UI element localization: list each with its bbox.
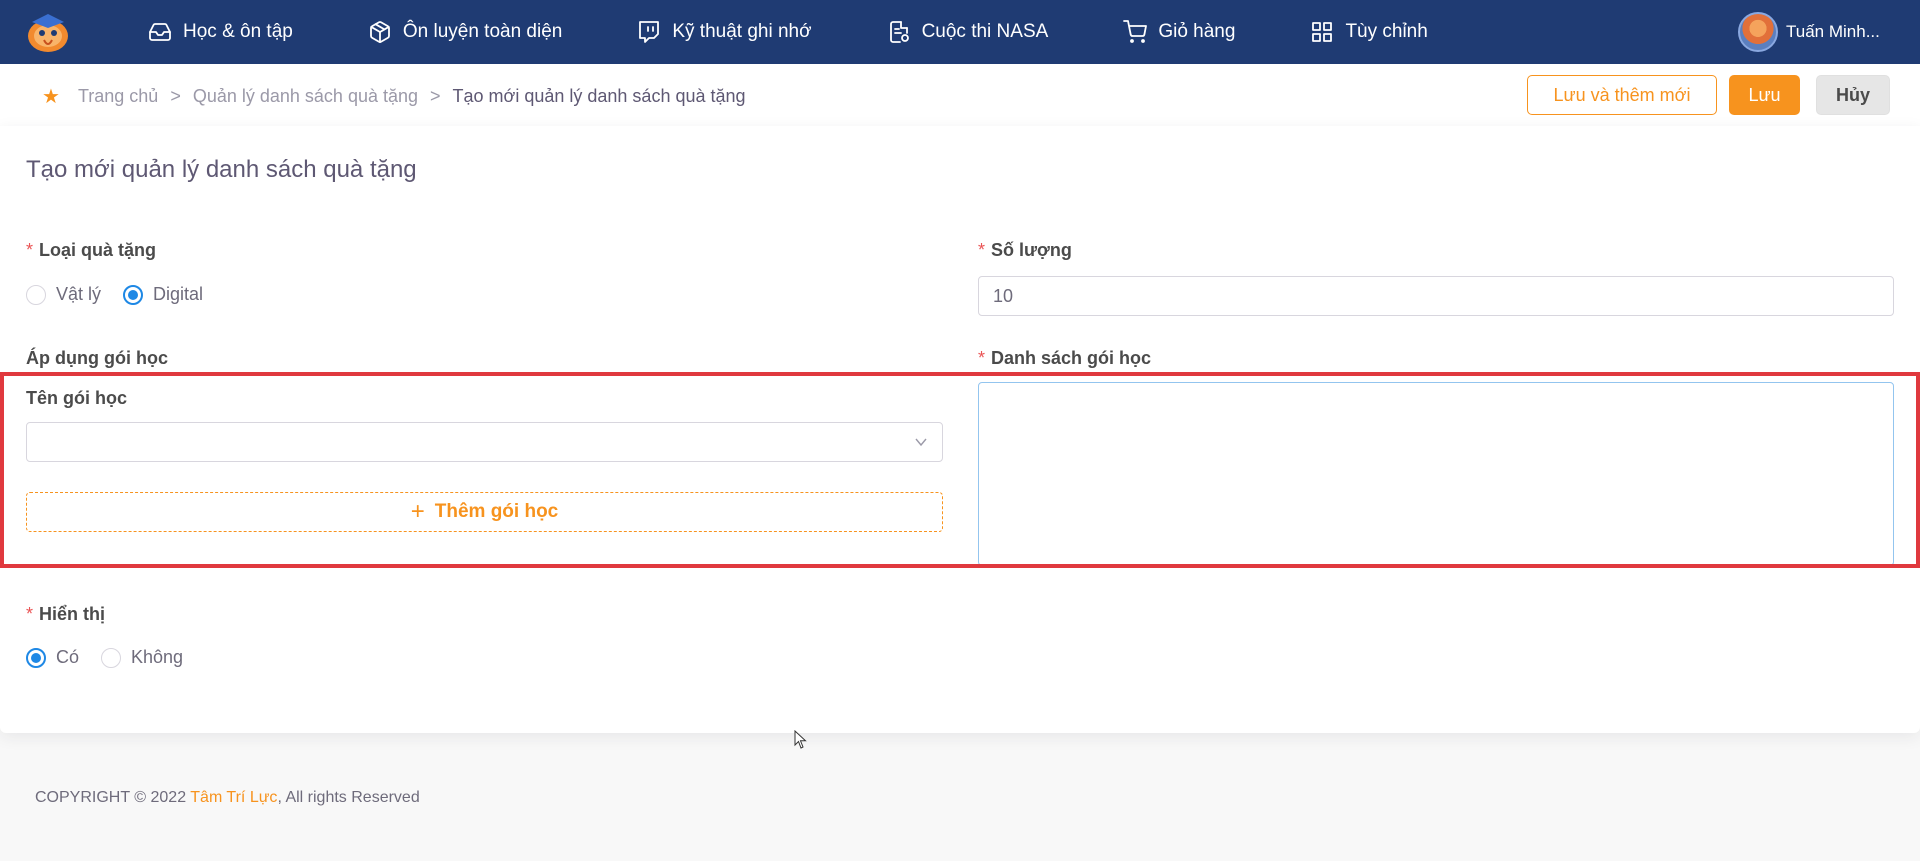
package-list-label-text: Danh sách gói học	[991, 348, 1152, 368]
top-navbar: Học & ôn tập Ôn luyện toàn diện Kỹ thuật…	[0, 0, 1920, 64]
package-icon	[369, 21, 390, 43]
avatar	[1738, 12, 1778, 52]
brand-logo-icon[interactable]	[24, 10, 72, 54]
footer-copyright: COPYRIGHT © 2022 Tâm Trí Lực, All rights…	[35, 789, 420, 807]
cancel-button[interactable]: Hủy	[1816, 75, 1890, 115]
nav-item-study[interactable]: Học & ôn tập	[148, 20, 293, 44]
grid-icon	[1312, 22, 1333, 42]
gift-type-radio-digital[interactable]	[123, 284, 144, 305]
quantity-label: * Số lượng	[978, 240, 1072, 261]
nav-item-label: Tùy chỉnh	[1345, 21, 1428, 42]
display-option-label: Có	[56, 647, 80, 667]
gift-type-label: * Loại quà tặng	[26, 240, 156, 261]
breadcrumb: ★ Trang chủ > Quản lý danh sách quà tặng…	[42, 84, 746, 109]
quantity-input[interactable]: 10	[978, 276, 1894, 316]
chevron-down-icon	[915, 438, 927, 447]
nav-item-cart[interactable]: Giỏ hàng	[1123, 20, 1235, 44]
breadcrumb-bar: ★ Trang chủ > Quản lý danh sách quà tặng…	[0, 64, 1920, 126]
package-name-label: Tên gói học	[26, 388, 127, 408]
footer-suffix: , All rights Reserved	[277, 789, 420, 806]
gift-type-radio-physical[interactable]	[26, 284, 46, 305]
nav-item-label: Kỹ thuật ghi nhớ	[672, 21, 812, 42]
gift-type-option-label: Digital	[153, 284, 204, 304]
required-mark: *	[978, 240, 986, 260]
breadcrumb-parent[interactable]: Quản lý danh sách quà tặng	[193, 86, 418, 107]
save-and-new-button[interactable]: Lưu và thêm mới	[1527, 75, 1717, 115]
display-radio-group: Có Không	[26, 647, 205, 668]
required-mark: *	[26, 604, 34, 624]
breadcrumb-current: Tạo mới quản lý danh sách quà tặng	[452, 86, 746, 106]
form-card: Tạo mới quản lý danh sách quà tặng * Loại…	[0, 126, 1920, 733]
package-name-select[interactable]	[26, 422, 943, 462]
required-mark: *	[26, 240, 34, 260]
gift-type-label-text: Loại quà tặng	[39, 240, 157, 260]
package-list-box[interactable]	[978, 382, 1894, 566]
display-option-label: Không	[131, 647, 184, 667]
save-button[interactable]: Lưu	[1729, 75, 1800, 115]
display-radio-no[interactable]	[101, 647, 122, 668]
page-title: Tạo mới quản lý danh sách quà tặng	[26, 156, 417, 183]
display-label-text: Hiển thị	[39, 604, 106, 624]
package-list-label: * Danh sách gói học	[978, 348, 1151, 369]
display-radio-yes[interactable]	[26, 647, 46, 668]
nav-item-memory[interactable]: Kỹ thuật ghi nhớ	[637, 20, 812, 44]
breadcrumb-separator: >	[170, 86, 181, 106]
user-menu[interactable]: Tuấn Minh...	[1738, 12, 1880, 52]
nav-item-label: Giỏ hàng	[1158, 21, 1236, 42]
nav-item-label: Cuộc thi NASA	[921, 21, 1049, 42]
mouse-cursor-icon	[794, 730, 807, 749]
nav-item-label: Học & ôn tập	[183, 21, 293, 42]
apply-package-label: Áp dụng gói học	[26, 348, 168, 368]
nav-item-label: Ôn luyện toàn diện	[402, 21, 563, 42]
breadcrumb-separator: >	[430, 86, 441, 106]
footer-prefix: COPYRIGHT © 2022	[35, 789, 191, 806]
footer-brand-link[interactable]: Tâm Trí Lực	[190, 789, 277, 806]
nav-item-customize[interactable]: Tùy chỉnh	[1310, 20, 1428, 44]
add-package-button[interactable]: + Thêm gói học	[26, 492, 943, 532]
inbox-icon	[149, 23, 171, 41]
shopping-cart-icon	[1123, 20, 1148, 43]
display-label: * Hiển thị	[26, 604, 105, 625]
quantity-label-text: Số lượng	[991, 240, 1072, 260]
user-name: Tuấn Minh...	[1786, 22, 1880, 41]
document-badge-icon	[889, 21, 909, 43]
plus-icon: +	[410, 498, 425, 525]
required-mark: *	[978, 348, 986, 368]
gift-type-option-label: Vật lý	[56, 284, 102, 304]
message-square-icon	[639, 21, 660, 43]
breadcrumb-home[interactable]: Trang chủ	[78, 86, 158, 107]
nav-item-practice[interactable]: Ôn luyện toàn diện	[368, 20, 563, 44]
gift-type-radio-group: Vật lý Digital	[26, 284, 225, 305]
add-package-label: Thêm gói học	[434, 501, 559, 522]
star-icon: ★	[42, 86, 60, 108]
main-nav: Học & ôn tập Ôn luyện toàn diện Kỹ thuật…	[148, 0, 1428, 64]
nav-item-nasa-contest[interactable]: Cuộc thi NASA	[887, 20, 1049, 44]
